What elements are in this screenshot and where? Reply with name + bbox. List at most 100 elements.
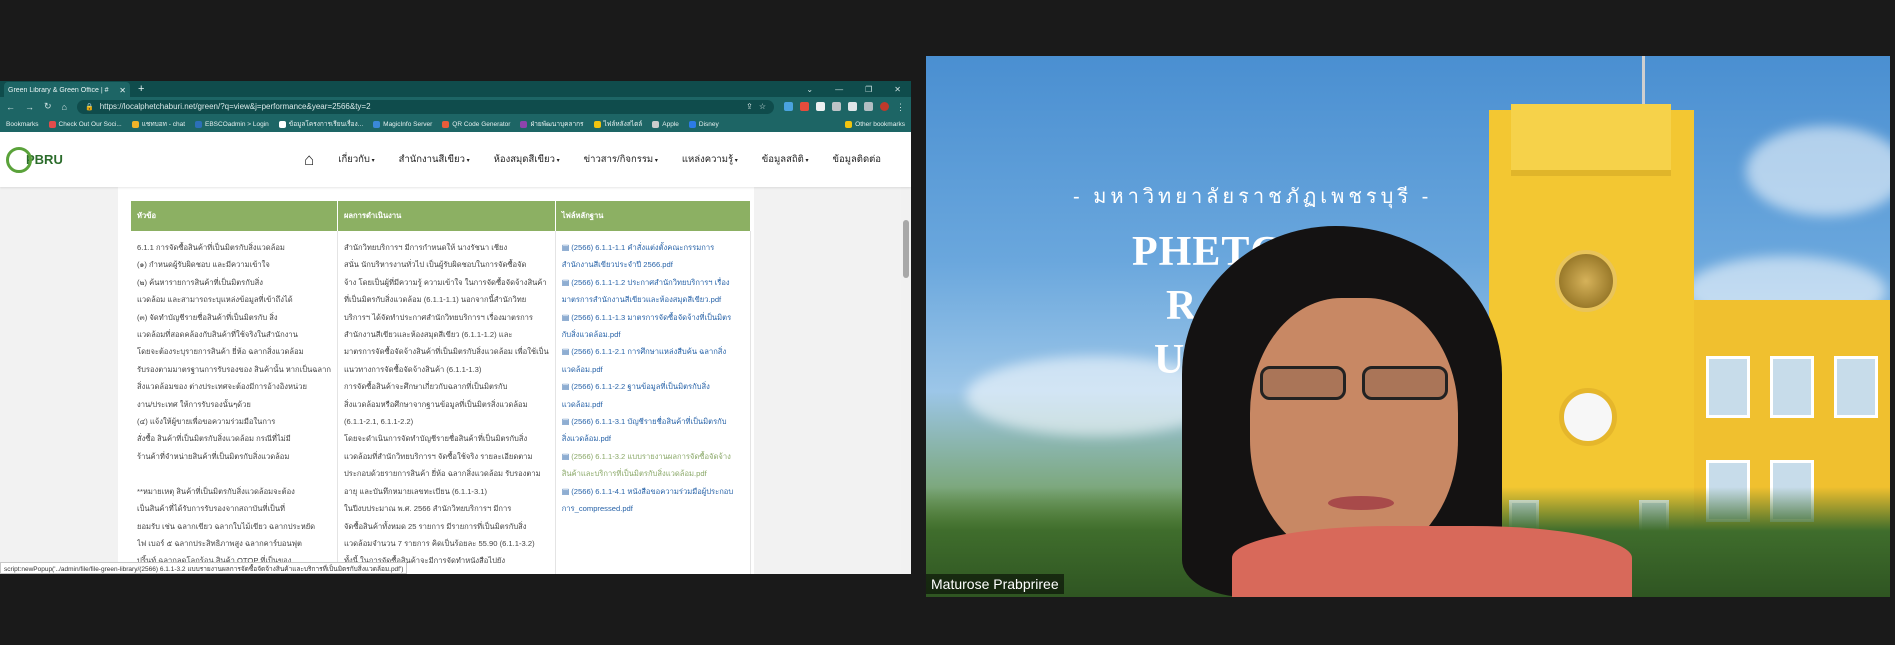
lock-icon: 🔒 (84, 103, 94, 111)
participant-name-label: Maturose Prabpriree (926, 574, 1064, 594)
address-bar-row: ← → ↻ ⌂ 🔒 https://localphetchaburi.net/g… (0, 97, 911, 116)
pdf-icon: ▤ (561, 277, 570, 287)
shirt (1232, 526, 1632, 597)
file-link[interactable]: ▤ (2566) 6.1.1-1.3 มาตรการจัดซื้อจัดจ้างท… (562, 309, 744, 344)
folder-icon (593, 120, 601, 128)
bookmark-item[interactable]: EBSCOadmin > Login (195, 120, 269, 128)
pdf-icon: ▤ (561, 486, 570, 496)
bookmark-item[interactable]: Apple (652, 120, 679, 128)
menu-kebab-icon[interactable]: ⋮ (896, 102, 905, 112)
back-icon[interactable]: ← (6, 102, 15, 112)
avatar[interactable] (880, 102, 889, 111)
page-scrollbar[interactable] (901, 132, 911, 574)
menu-item-sources[interactable]: แหล่งความรู้ (682, 152, 738, 167)
window-controls: ⌄ — ❐ ✕ (806, 85, 911, 94)
bookmark-item[interactable]: Disney (688, 120, 719, 128)
home-icon[interactable]: ⌂ (62, 102, 67, 112)
menu-item-contact[interactable]: ข้อมูลติดต่อ (833, 152, 882, 167)
bookmark-item[interactable]: QR Code Generator (442, 120, 510, 128)
menu-item-green-office[interactable]: สำนักงานสีเขียว (399, 152, 470, 167)
menu-item-about[interactable]: เกี่ยวกับ (338, 152, 374, 167)
text-line: อายุ และบันทึกหมายเลขทะเบียน (6.1.1-3.1) (343, 486, 488, 496)
scrollbar-thumb[interactable] (903, 220, 909, 278)
plus-icon[interactable]: + (138, 83, 144, 95)
window (1770, 356, 1814, 418)
result-cell: สำนักวิทยบริการฯ มีการกำหนดให้ นางรัชนา … (337, 231, 556, 574)
file-link[interactable]: ▤ (2566) 6.1.1-3.1 บัญชีรายชื่อสินค้าที่เ… (562, 413, 744, 448)
menu-item-green-library[interactable]: ห้องสมุดสีเขียว (494, 152, 560, 167)
file-link-hovered[interactable]: ▤ (2566) 6.1.1-3.2 แบบรายงานผลการจัดซื้อจ… (562, 448, 744, 483)
text-line: จ้าง โดยเป็นผู้ที่มีความรู้ ความเข้าใจ ใ… (343, 277, 547, 287)
file-link[interactable]: ▤ (2566) 6.1.1-1.2 ประกาศสำนักวิทยบริการฯ… (562, 274, 744, 309)
menu-item-stats[interactable]: ข้อมูลสถิติ (762, 152, 809, 167)
text-line: สำนักวิทยบริการฯ มีการกำหนดให้ นางรัชนา … (343, 243, 508, 252)
text-line: เป็นสินค้าที่ได้รับการรับรองจากสถาบันที่… (137, 504, 286, 514)
extension-icon[interactable] (800, 102, 809, 111)
web-page: PBRU ⌂ เกี่ยวกับ สำนักงานสีเขียว ห้องสมุ… (0, 132, 911, 574)
text-line: งาน/ประเทศ ให้การรับรองนั้นๆด้วย (137, 399, 251, 409)
maximize-icon[interactable]: ❐ (865, 85, 872, 94)
pdf-icon: ▤ (561, 312, 570, 322)
file-link[interactable]: ▤ (2566) 6.1.1-4.1 หนังสือขอความร่วมมือผู… (562, 483, 744, 518)
window (1834, 356, 1878, 418)
file-link[interactable]: ▤ (2566) 6.1.1-1.1 คำสั่งแต่งตั้งคณะกรรมก… (562, 239, 744, 274)
table-row: 6.1.1 การจัดซื้อสินค้าที่เป็นมิตรกับสิ่ง… (131, 231, 752, 574)
text-line: ยอมรับ เช่น ฉลากเขียว ฉลากใบไม้เขียว ฉลา… (137, 521, 316, 531)
other-bookmarks[interactable]: Other bookmarks (845, 120, 905, 128)
minimize-icon[interactable]: — (835, 85, 843, 94)
reload-icon[interactable]: ↻ (44, 101, 52, 112)
star-icon[interactable]: ☆ (759, 102, 766, 111)
forward-icon[interactable]: → (25, 102, 34, 112)
cloud (1746, 126, 1890, 216)
home-icon[interactable]: ⌂ (304, 150, 314, 170)
site-navbar: PBRU ⌂ เกี่ยวกับ สำนักงานสีเขียว ห้องสมุ… (0, 132, 911, 187)
text-line: สั่งซื้อ สินค้าที่เป็นมิตรกับสิ่งแวดล้อม… (137, 434, 291, 444)
qr-icon (442, 120, 450, 128)
text-line: สนั่น นักบริหารงานทั่วไป เป็นผู้รับผิดชอ… (343, 260, 527, 270)
result-text: สำนักวิทยบริการฯ มีการกำหนดให้ นางรัชนา … (344, 239, 549, 570)
close-icon[interactable]: ✕ (894, 85, 901, 94)
bookmark-item[interactable]: Bookmarks (6, 121, 39, 128)
extensions-bar: ⋮ (784, 102, 905, 112)
lips (1328, 496, 1394, 510)
text-line: แวดล้อมที่สอดคล้องกับสินค้าที่ใช้จริงในส… (137, 330, 298, 340)
content-panel: หัวข้อ ผลการดำเนินงาน ไฟล์หลักฐาน 6.1.1 … (118, 187, 754, 574)
file-link[interactable]: ▤ (2566) 6.1.1-2.1 การศึกษาแหล่งสืบค้น ฉล… (562, 343, 744, 378)
puzzle-icon[interactable] (848, 102, 857, 111)
text-line: ในปีงบประมาณ พ.ศ. 2566 สำนักวิทยบริการฯ … (343, 504, 512, 514)
pdf-icon: ▤ (561, 347, 570, 357)
bookmark-item[interactable]: ข้อมูลโครงการเรียนเรื่อง... (278, 119, 363, 129)
text-line: ร้านค้าที่จำหน่ายสินค้าที่เป็นมิตรกับสิ่… (137, 451, 290, 461)
file-link[interactable]: ▤ (2566) 6.1.1-2.2 ฐานข้อมูลที่เป็นมิตรกั… (562, 378, 744, 413)
bookmark-item[interactable]: MagicInfo Server (373, 120, 432, 128)
menu-item-news[interactable]: ข่าวสาร/กิจกรรม (584, 152, 658, 167)
site-logo[interactable]: PBRU (6, 140, 76, 180)
bookmarks-bar: Bookmarks Check Out Our Soci... แชทบอท -… (0, 116, 911, 132)
logo-ring-icon (6, 146, 32, 173)
text-line: จัดซื้อสินค้าทั้งหมด 25 รายการ มีรายการท… (343, 521, 527, 531)
main-menu: ⌂ เกี่ยวกับ สำนักงานสีเขียว ห้องสมุดสีเข… (304, 150, 881, 170)
evidence-table: หัวข้อ ผลการดำเนินงาน ไฟล์หลักฐาน 6.1.1 … (131, 201, 752, 574)
close-icon[interactable]: ✕ (119, 86, 126, 95)
browser-tab[interactable]: Green Library & Green Office | # ✕ (4, 82, 130, 98)
participant-video[interactable]: - มหาวิทยาลัยราชภัฏเพชรบุรี - PHETCHAB R… (926, 56, 1890, 597)
extension-icon[interactable] (816, 102, 825, 111)
extension-icon[interactable] (832, 102, 841, 111)
topic-text: 6.1.1 การจัดซื้อสินค้าที่เป็นมิตรกับสิ่ง… (137, 239, 331, 570)
sidebar-icon[interactable] (864, 102, 873, 111)
chevron-down-icon[interactable]: ⌄ (806, 85, 813, 94)
extension-icon[interactable] (784, 102, 793, 111)
bookmark-item[interactable]: ฝ่ายพัฒนาบุคลากร (520, 119, 584, 129)
text-line: (๒) ค้นหารายการสินค้าที่เป็นมิตรกับสิ่ง (137, 277, 264, 287)
table-header-row: หัวข้อ ผลการดำเนินงาน ไฟล์หลักฐาน (131, 201, 752, 231)
pdf-icon: ▤ (561, 382, 570, 392)
url-input[interactable]: 🔒 https://localphetchaburi.net/green/?q=… (76, 99, 774, 114)
bookmark-item[interactable]: Check Out Our Soci... (48, 120, 122, 128)
text-line: สิ่งแวดล้อมหรือศึกษาจากฐานข้อมูลที่เป็นม… (343, 399, 528, 409)
share-icon[interactable]: ⇪ (746, 102, 753, 111)
bookmark-item[interactable]: ไฟล์หลังสไตล์ (593, 119, 642, 129)
bookmark-item[interactable]: แชทบอท - chat (131, 119, 185, 129)
bookmark-icon (520, 120, 528, 128)
text-line: (๑) กำหนดผู้รับผิดชอบ และมีความเข้าใจ (137, 260, 270, 270)
text-line: (๓) จัดทำบัญชีรายชื่อสินค้าที่เป็นมิตรกั… (137, 312, 278, 322)
